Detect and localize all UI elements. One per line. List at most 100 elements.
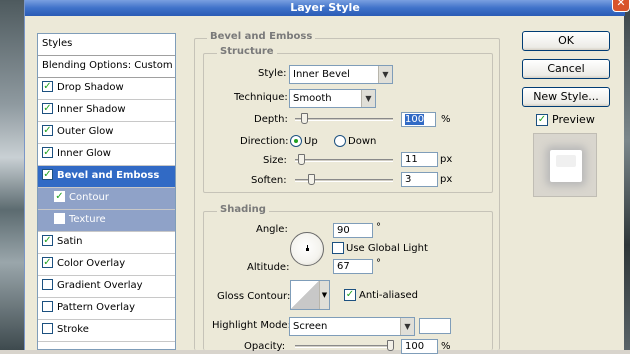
gloss-contour-label: Gloss Contour: [217,291,291,302]
preview-label: Preview [552,113,595,126]
list-item-label: Texture [69,214,106,225]
ok-button[interactable]: OK [522,31,610,51]
list-item-pattern-overlay[interactable]: Pattern Overlay [38,298,175,320]
preview-checkbox[interactable]: ✓ [536,114,548,126]
style-select[interactable]: Inner Bevel ▼ [289,65,393,84]
list-item-label: Color Overlay [57,258,126,269]
altitude-input[interactable]: 67 [333,259,373,274]
list-item-satin[interactable]: ✓ Satin [38,232,175,254]
close-button[interactable]: ✕ [612,0,630,12]
window-title: Layer Style [290,1,360,14]
opacity-slider[interactable] [295,345,393,348]
angle-input[interactable]: 90 [333,223,373,238]
checkbox[interactable]: ✓ [42,256,53,268]
size-slider[interactable] [295,159,393,162]
list-item-label: Outer Glow [57,126,114,137]
checkbox[interactable]: ✓ [42,102,53,114]
list-item-bevel-emboss[interactable]: ✓ Bevel and Emboss [38,166,175,188]
checkbox[interactable]: ✓ [54,190,65,202]
checkbox[interactable]: ✓ [42,124,53,136]
highlight-mode-value: Screen [293,321,328,332]
technique-select[interactable]: Smooth ▼ [289,89,376,108]
list-item-inner-glow[interactable]: ✓ Inner Glow [38,144,175,166]
altitude-unit: ° [376,258,381,269]
opacity-unit: % [441,341,451,352]
list-item-label: Pattern Overlay [57,302,136,313]
chevron-down-icon: ▼ [319,281,329,309]
size-unit: px [440,154,453,165]
list-item-label: Satin [57,236,83,247]
direction-down-radio[interactable] [334,135,346,147]
chevron-down-icon: ▼ [361,90,375,107]
list-item-outer-glow[interactable]: ✓ Outer Glow [38,122,175,144]
title-bar[interactable]: Layer Style [25,0,625,16]
shading-title: Shading [217,204,269,215]
layer-style-dialog: Layer Style ✕ Styles Blending Options: C… [24,0,630,354]
angle-dial[interactable] [290,232,324,266]
technique-label: Technique: [234,92,288,103]
list-item-contour[interactable]: ✓ Contour [38,188,175,210]
list-item-label: Drop Shadow [57,82,124,93]
gloss-contour-picker[interactable]: ▼ [290,280,330,310]
styles-list: Styles Blending Options: Custom ✓ Drop Sh… [37,33,176,350]
checkbox[interactable]: ✓ [42,234,53,246]
list-item-inner-shadow[interactable]: ✓ Inner Shadow [38,100,175,122]
list-item-label: Gradient Overlay [57,280,143,291]
cancel-button[interactable]: Cancel [522,59,610,79]
soften-label: Soften: [251,175,287,186]
opacity-input[interactable]: 100 [401,339,438,354]
direction-down-label: Down [348,136,377,147]
checkbox[interactable] [54,212,65,224]
highlight-color-swatch[interactable] [419,318,451,334]
preview-swatch [550,150,582,182]
technique-value: Smooth [293,93,332,104]
depth-unit: % [441,114,451,125]
depth-slider[interactable] [295,118,393,121]
size-input[interactable]: 11 [401,152,438,167]
soften-slider-thumb[interactable] [308,174,315,185]
direction-up-radio[interactable] [290,135,302,147]
blending-options-item[interactable]: Blending Options: Custom [38,56,175,78]
soften-input[interactable]: 3 [401,172,438,187]
list-item-label: Inner Glow [57,148,111,159]
depth-slider-thumb[interactable] [301,113,308,124]
new-style-button[interactable]: New Style... [522,87,610,107]
style-value: Inner Bevel [293,69,350,80]
size-label: Size: [263,155,287,166]
checkbox[interactable] [42,322,53,334]
altitude-label: Altitude: [247,262,290,273]
preview-thumbnail [533,133,597,197]
checkbox[interactable]: ✓ [42,80,53,92]
list-item-label: Inner Shadow [57,104,126,115]
list-item-label: Stroke [57,324,89,335]
contour-curve-icon [291,281,319,309]
checkbox[interactable] [42,300,53,312]
depth-input[interactable]: 100 [401,112,436,127]
chevron-down-icon: ▼ [400,318,414,335]
list-item-label: Contour [69,192,109,203]
highlight-mode-select[interactable]: Screen ▼ [289,317,415,336]
opacity-slider-thumb[interactable] [387,340,394,351]
angle-label: Angle: [256,224,288,235]
structure-title: Structure [217,46,277,57]
list-item-texture[interactable]: Texture [38,210,175,232]
styles-header[interactable]: Styles [38,34,175,56]
checkbox[interactable]: ✓ [42,146,53,158]
list-item-gradient-overlay[interactable]: Gradient Overlay [38,276,175,298]
use-global-light-checkbox[interactable] [332,242,344,254]
list-item-stroke[interactable]: Stroke [38,320,175,342]
soften-unit: px [440,174,453,185]
use-global-light-label: Use Global Light [346,243,428,254]
list-item-color-overlay[interactable]: ✓ Color Overlay [38,254,175,276]
checkbox[interactable]: ✓ [42,168,53,180]
checkbox[interactable] [42,278,53,290]
angle-unit: ° [376,222,381,233]
anti-aliased-checkbox[interactable]: ✓ [344,289,356,301]
opacity-label: Opacity: [244,341,286,352]
direction-up-label: Up [304,136,318,147]
style-label: Style: [258,68,287,79]
list-item-drop-shadow[interactable]: ✓ Drop Shadow [38,78,175,100]
size-slider-thumb[interactable] [298,154,305,165]
anti-aliased-label: Anti-aliased [359,290,419,301]
depth-label: Depth: [254,114,288,125]
